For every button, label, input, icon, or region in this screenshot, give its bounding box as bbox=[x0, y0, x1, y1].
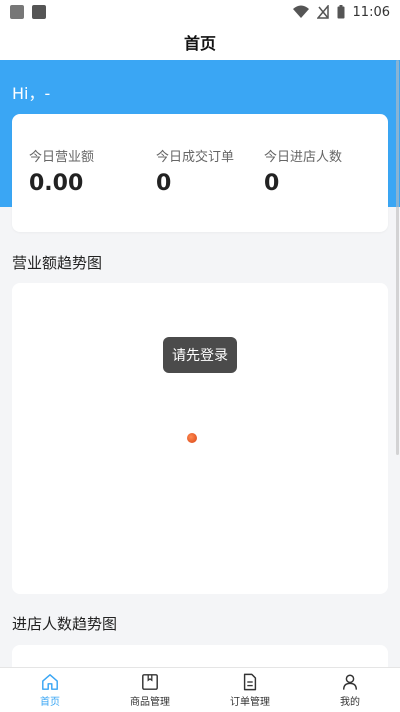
tab-orders[interactable]: 订单管理 bbox=[200, 668, 300, 712]
stat-orders: 今日成交订单 0 bbox=[156, 146, 234, 196]
tab-products[interactable]: 商品管理 bbox=[100, 668, 200, 712]
login-toast: 请先登录 bbox=[163, 337, 237, 373]
home-icon bbox=[42, 673, 58, 690]
image-icon bbox=[10, 5, 24, 19]
app-icon bbox=[32, 5, 46, 19]
greeting-text: Hi，- bbox=[12, 84, 51, 103]
box-icon bbox=[142, 673, 158, 690]
status-right-icons: 11:06 bbox=[292, 4, 390, 20]
user-icon bbox=[342, 674, 358, 690]
status-time: 11:06 bbox=[352, 4, 390, 20]
loading-icon bbox=[187, 433, 197, 443]
battery-icon bbox=[337, 5, 345, 19]
revenue-chart-card bbox=[12, 283, 388, 594]
tab-mine[interactable]: 我的 bbox=[300, 668, 400, 712]
stat-value: 0.00 bbox=[29, 171, 84, 196]
tab-label: 订单管理 bbox=[230, 696, 270, 708]
status-bar: 11:06 bbox=[0, 0, 400, 24]
stat-label: 今日进店人数 bbox=[264, 150, 343, 165]
stat-label: 今日成交订单 bbox=[156, 150, 235, 165]
page-title: 首页 bbox=[183, 34, 216, 53]
no-signal-icon bbox=[316, 5, 329, 19]
scrollbar[interactable] bbox=[396, 60, 399, 455]
tab-home[interactable]: 首页 bbox=[0, 668, 100, 712]
stats-card: 今日营业额 0.00 今日成交订单 0 今日进店人数 0 bbox=[12, 114, 388, 232]
document-icon bbox=[243, 673, 257, 690]
bottom-tabbar: 首页 商品管理 订单管理 我的 bbox=[0, 667, 400, 712]
wifi-icon bbox=[292, 5, 309, 18]
visitors-trend-title: 进店人数趋势图 bbox=[12, 615, 118, 633]
stat-value: 0 bbox=[264, 171, 280, 196]
stat-revenue: 今日营业额 0.00 bbox=[29, 146, 94, 196]
page-title-bar: 首页 bbox=[0, 24, 400, 60]
revenue-trend-title: 营业额趋势图 bbox=[12, 254, 103, 272]
tab-label: 首页 bbox=[40, 696, 60, 708]
stat-visitors: 今日进店人数 0 bbox=[264, 146, 342, 196]
tab-label: 商品管理 bbox=[130, 696, 170, 708]
status-left-icons bbox=[10, 5, 46, 19]
tab-label: 我的 bbox=[340, 696, 360, 708]
stat-value: 0 bbox=[156, 171, 172, 196]
stat-label: 今日营业额 bbox=[29, 150, 95, 165]
